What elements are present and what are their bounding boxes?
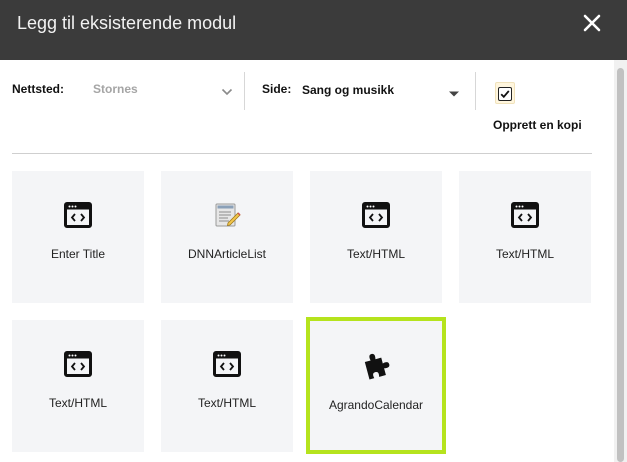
html-module-icon [64, 350, 92, 378]
module-name: Enter Title [50, 247, 106, 261]
scrollbar[interactable] [614, 60, 627, 462]
scrollbar-thumb[interactable] [617, 68, 624, 462]
article-list-icon [213, 201, 241, 229]
module-tile[interactable]: Text/HTML [459, 171, 591, 303]
module-tile[interactable]: Text/HTML [12, 320, 144, 452]
html-module-icon [362, 201, 390, 229]
module-tile[interactable]: Text/HTML [310, 171, 442, 303]
dialog-title: Legg til eksisterende modul [17, 13, 237, 33]
module-tile[interactable]: Text/HTML [161, 320, 293, 452]
caret-down-icon [448, 85, 460, 103]
chevron-down-icon [221, 84, 233, 102]
page-select-value: Sang og musikk [302, 83, 395, 97]
module-tile[interactable]: DNNArticleList [161, 171, 293, 303]
page-select[interactable]: Sang og musikk [298, 76, 464, 102]
divider [244, 72, 245, 110]
module-filter-toolbar: Nettsted: Stornes Side: Sang og musikk O… [0, 60, 627, 154]
copy-checkbox[interactable] [495, 82, 515, 104]
module-name: Text/HTML [495, 247, 554, 261]
module-name: AgrandoCalendar [328, 398, 424, 412]
site-label: Nettsted: [12, 82, 65, 96]
page-label: Side: [262, 82, 292, 96]
site-select[interactable]: Stornes [90, 76, 240, 102]
module-tile-selected[interactable]: AgrandoCalendar [306, 317, 446, 454]
dialog-header: Legg til eksisterende modul [0, 0, 627, 60]
puzzle-piece-icon [362, 350, 390, 380]
html-module-icon [511, 201, 539, 229]
site-select-value: Stornes [93, 82, 138, 96]
module-name: Text/HTML [197, 396, 256, 410]
module-name: Text/HTML [346, 247, 405, 261]
html-module-icon [64, 201, 92, 229]
separator [12, 153, 592, 154]
module-name: DNNArticleList [187, 247, 266, 261]
html-module-icon [213, 350, 241, 378]
close-icon[interactable] [582, 13, 602, 33]
check-icon [500, 90, 510, 99]
divider [475, 72, 476, 110]
module-tile[interactable]: Enter Title [12, 171, 144, 303]
module-name: Text/HTML [48, 396, 107, 410]
copy-label: Opprett en kopi [493, 118, 582, 132]
checkbox-box [498, 87, 512, 101]
